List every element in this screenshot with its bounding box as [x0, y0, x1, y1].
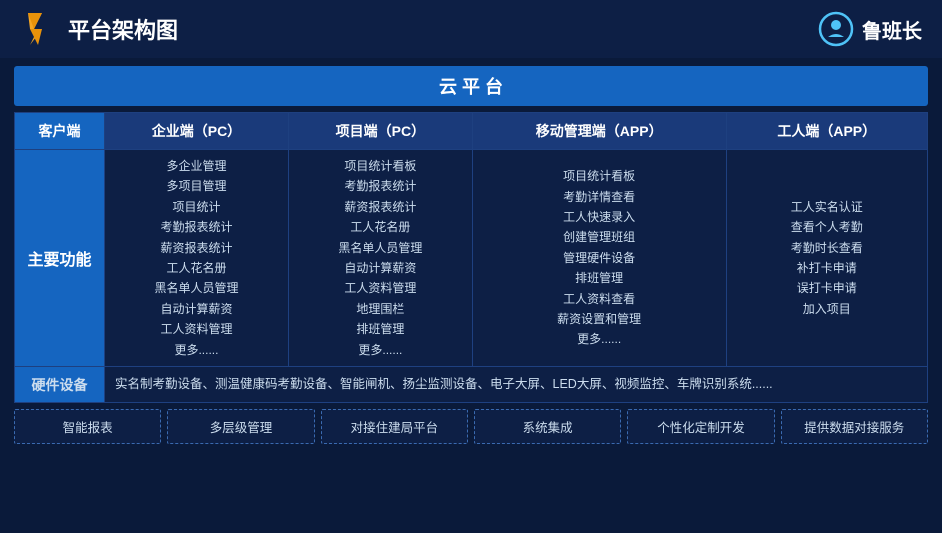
row-label-main-func: 主要功能: [15, 150, 105, 367]
project-item-8: 地理围栏: [293, 299, 468, 319]
bottom-feature-1: 多层级管理: [167, 409, 314, 444]
enterprise-item-4: 考勤报表统计: [109, 217, 284, 237]
worker-item-5: 误打卡申请: [731, 278, 923, 298]
bottom-feature-2: 对接住建局平台: [321, 409, 468, 444]
col-header-project: 项目端（PC）: [288, 113, 472, 150]
worker-item-2: 查看个人考勤: [731, 217, 923, 237]
brand-logo: 鲁班长: [818, 11, 922, 47]
main-content: 云 平 台 客户端 企业端（PC） 项目端（PC） 移动管理端（APP） 工人端…: [0, 58, 942, 452]
mobile-item-2: 考勤详情查看: [477, 187, 722, 207]
enterprise-features: 多企业管理 多项目管理 项目统计 考勤报表统计 薪资报表统计 工人花名册 黑名单…: [105, 150, 289, 367]
enterprise-item-10: 更多......: [109, 340, 284, 360]
header: 平台架构图 鲁班长: [0, 0, 942, 58]
mobile-item-4: 创建管理班组: [477, 227, 722, 247]
worker-item-6: 加入项目: [731, 299, 923, 319]
mobile-item-9: 更多......: [477, 329, 722, 349]
mobile-features: 项目统计看板 考勤详情查看 工人快速录入 创建管理班组 管理硬件设备 排班管理 …: [472, 150, 726, 367]
project-item-5: 黑名单人员管理: [293, 238, 468, 258]
col-header-enterprise: 企业端（PC）: [105, 113, 289, 150]
bottom-features: 智能报表 多层级管理 对接住建局平台 系统集成 个性化定制开发 提供数据对接服务: [14, 409, 928, 444]
project-item-1: 项目统计看板: [293, 156, 468, 176]
col-header-worker: 工人端（APP）: [726, 113, 927, 150]
worker-item-4: 补打卡申请: [731, 258, 923, 278]
bottom-feature-0: 智能报表: [14, 409, 161, 444]
bottom-feature-4: 个性化定制开发: [627, 409, 774, 444]
project-item-10: 更多......: [293, 340, 468, 360]
architecture-table: 客户端 企业端（PC） 项目端（PC） 移动管理端（APP） 工人端（APP） …: [14, 112, 928, 403]
enterprise-item-9: 工人资料管理: [109, 319, 284, 339]
mobile-item-3: 工人快速录入: [477, 207, 722, 227]
bottom-feature-3: 系统集成: [474, 409, 621, 444]
enterprise-item-5: 薪资报表统计: [109, 238, 284, 258]
col-header-client: 客户端: [15, 113, 105, 150]
project-features: 项目统计看板 考勤报表统计 薪资报表统计 工人花名册 黑名单人员管理 自动计算薪…: [288, 150, 472, 367]
brand-name: 鲁班长: [862, 15, 922, 44]
project-item-2: 考勤报表统计: [293, 176, 468, 196]
hardware-desc: 实名制考勤设备、测温健康码考勤设备、智能闸机、扬尘监测设备、电子大屏、LED大屏…: [105, 366, 928, 402]
project-item-3: 薪资报表统计: [293, 197, 468, 217]
project-item-6: 自动计算薪资: [293, 258, 468, 278]
logo-icon: [20, 11, 56, 47]
cloud-platform-banner: 云 平 台: [14, 66, 928, 106]
mobile-item-8: 薪资设置和管理: [477, 309, 722, 329]
project-item-4: 工人花名册: [293, 217, 468, 237]
project-item-9: 排班管理: [293, 319, 468, 339]
worker-features: 工人实名认证 查看个人考勤 考勤时长查看 补打卡申请 误打卡申请 加入项目: [726, 150, 927, 367]
page-title: 平台架构图: [68, 13, 178, 45]
enterprise-item-1: 多企业管理: [109, 156, 284, 176]
enterprise-item-8: 自动计算薪资: [109, 299, 284, 319]
brand-icon: [818, 11, 854, 47]
worker-item-3: 考勤时长查看: [731, 238, 923, 258]
enterprise-item-3: 项目统计: [109, 197, 284, 217]
mobile-item-7: 工人资料查看: [477, 289, 722, 309]
column-headers-row: 客户端 企业端（PC） 项目端（PC） 移动管理端（APP） 工人端（APP）: [15, 113, 928, 150]
enterprise-item-2: 多项目管理: [109, 176, 284, 196]
mobile-item-6: 排班管理: [477, 268, 722, 288]
hardware-row: 硬件设备 实名制考勤设备、测温健康码考勤设备、智能闸机、扬尘监测设备、电子大屏、…: [15, 366, 928, 402]
mobile-item-5: 管理硬件设备: [477, 248, 722, 268]
header-left: 平台架构图: [20, 11, 178, 47]
main-functions-row: 主要功能 多企业管理 多项目管理 项目统计 考勤报表统计 薪资报表统计 工人花名…: [15, 150, 928, 367]
enterprise-item-7: 黑名单人员管理: [109, 278, 284, 298]
mobile-item-1: 项目统计看板: [477, 166, 722, 186]
col-header-mobile: 移动管理端（APP）: [472, 113, 726, 150]
bottom-feature-5: 提供数据对接服务: [781, 409, 928, 444]
project-item-7: 工人资料管理: [293, 278, 468, 298]
enterprise-item-6: 工人花名册: [109, 258, 284, 278]
row-label-hardware: 硬件设备: [15, 366, 105, 402]
worker-item-1: 工人实名认证: [731, 197, 923, 217]
